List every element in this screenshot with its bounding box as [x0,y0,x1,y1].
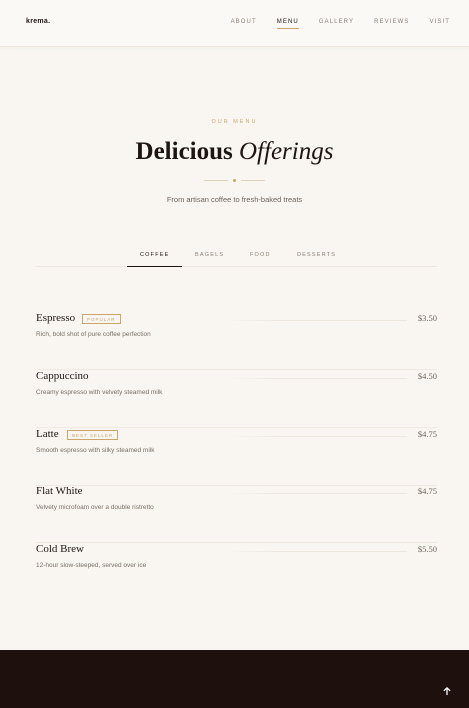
item-name: Cold Brew [36,543,84,555]
section-title: Delicious Offerings [0,138,469,166]
nav-link-gallery[interactable]: GALLERY [319,19,354,29]
item-name: Latte [36,428,59,440]
item-price: $5.50 [417,544,437,554]
item-leader-line [226,551,407,552]
item-leader-line [226,436,407,437]
item-price: $4.75 [417,486,437,496]
best-seller-badge: BEST SELLER [67,430,119,440]
menu-item-espresso[interactable]: Espresso POPULAR $3.50 Rich, bold shot o… [36,312,437,370]
section-title-accent: Offerings [239,138,334,165]
divider-line-left [204,180,228,181]
item-price: $4.50 [417,371,437,381]
item-leader-line [226,320,407,321]
item-price: $3.50 [417,313,437,323]
arrow-up-icon [443,687,451,696]
item-name: Flat White [36,485,83,497]
item-leader-line [226,493,407,494]
menu-item-cappuccino[interactable]: Cappuccino $4.50 Creamy espresso with ve… [36,370,437,428]
nav-link-reviews[interactable]: REVIEWS [374,19,409,29]
item-description: Rich, bold shot of pure coffee perfectio… [36,331,151,338]
menu-item-latte[interactable]: Latte BEST SELLER $4.75 Smooth espresso … [36,428,437,486]
item-description: Smooth espresso with silky steamed milk [36,447,155,454]
section-title-main: Delicious [135,138,233,165]
nav-link-visit[interactable]: VISIT [429,19,450,29]
ornament-divider [204,179,265,182]
tab-bagels[interactable]: BAGELS [195,252,224,258]
popular-badge: POPULAR [82,314,121,324]
logo[interactable]: krema. [26,18,50,25]
divider-line-right [241,180,265,181]
menu-tabs: COFFEE BAGELS FOOD DESSERTS [36,244,437,267]
menu-item-flat-white[interactable]: Flat White $4.75 Velvety microfoam over … [36,485,437,543]
section-eyebrow: OUR MENU [211,119,258,125]
nav-links: ABOUT MENU GALLERY REVIEWS VISIT [211,19,450,29]
divider-dot [233,179,236,182]
item-name: Cappuccino [36,370,89,382]
nav-link-about[interactable]: ABOUT [231,19,257,29]
item-description: 12-hour slow-steeped, served over ice [36,562,147,569]
scroll-to-top-button[interactable] [441,684,453,696]
active-tab-indicator [127,266,182,267]
tab-desserts[interactable]: DESSERTS [297,252,336,258]
item-leader-line [226,378,407,379]
item-description: Creamy espresso with velvety steamed mil… [36,389,163,396]
item-price: $4.75 [417,429,437,439]
footer [0,650,469,708]
top-navigation: krema. ABOUT MENU GALLERY REVIEWS VISIT [0,0,469,47]
menu-item-cold-brew[interactable]: Cold Brew $5.50 12-hour slow-steeped, se… [36,543,437,601]
nav-link-menu[interactable]: MENU [276,19,299,29]
item-description: Velvety microfoam over a double ristrett… [36,504,154,511]
tab-coffee[interactable]: COFFEE [140,252,170,258]
item-name: Espresso [36,312,76,324]
section-subtitle: From artisan coffee to fresh-baked treat… [166,195,303,204]
tab-food[interactable]: FOOD [250,252,271,258]
